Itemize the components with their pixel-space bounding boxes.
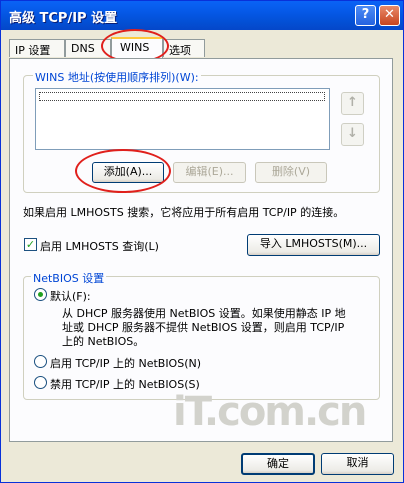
radio-enable-label[interactable]: 启用 TCP/IP 上的 NetBIOS(N) (50, 355, 201, 371)
list-focus-row (39, 92, 325, 101)
wins-group-label: WINS 地址(按使用顺序排列)(W): (33, 69, 201, 85)
down-arrow-icon: ↓ (347, 126, 358, 141)
import-lmhosts-button[interactable]: 导入 LMHOSTS(M)... (247, 234, 380, 256)
move-down-button[interactable]: ↓ (341, 123, 364, 146)
highlight-circle-add (75, 149, 171, 193)
lmhosts-checkbox-label[interactable]: 启用 LMHOSTS 查询(L) (40, 238, 159, 254)
window-title: 高级 TCP/IP 设置 (9, 11, 118, 26)
help-button[interactable]: ? (355, 5, 376, 26)
move-up-button[interactable]: ↑ (341, 92, 364, 115)
advanced-tcpip-dialog: 高级 TCP/IP 设置 ? ✕ IP 设置 DNS WINS 选项 WINS … (0, 0, 404, 483)
title-bar[interactable]: 高级 TCP/IP 设置 ? ✕ (1, 1, 403, 30)
up-arrow-icon: ↑ (347, 95, 358, 110)
checkmark-icon: ✓ (25, 238, 36, 251)
lmhosts-description: 如果启用 LMHOSTS 搜索，它将应用于所有启用 TCP/IP 的连接。 (23, 206, 345, 219)
radio-default[interactable] (34, 288, 47, 301)
tab-ip-settings[interactable]: IP 设置 (9, 39, 65, 57)
ok-button[interactable]: 确定 (241, 453, 315, 475)
default-desc-line3: 上的 NetBIOS。 (62, 335, 145, 348)
lmhosts-checkbox[interactable]: ✓ (24, 238, 37, 251)
tab-options[interactable]: 选项 (163, 39, 205, 57)
cancel-button[interactable]: 取消 (321, 453, 394, 475)
close-button[interactable]: ✕ (379, 5, 400, 26)
close-icon: ✕ (384, 7, 395, 22)
delete-button[interactable]: 删除(V) (255, 162, 327, 183)
site-watermark: iT.com.cn (173, 389, 367, 435)
radio-disable-netbios[interactable] (34, 376, 47, 389)
netbios-group-label: NetBIOS 设置 (31, 270, 107, 286)
radio-default-label[interactable]: 默认(F): (50, 288, 91, 304)
question-icon: ? (361, 7, 370, 22)
wins-address-list[interactable] (35, 88, 330, 150)
edit-button[interactable]: 编辑(E)... (173, 162, 246, 183)
radio-selected-dot (38, 292, 43, 297)
radio-enable-netbios[interactable] (34, 355, 47, 368)
